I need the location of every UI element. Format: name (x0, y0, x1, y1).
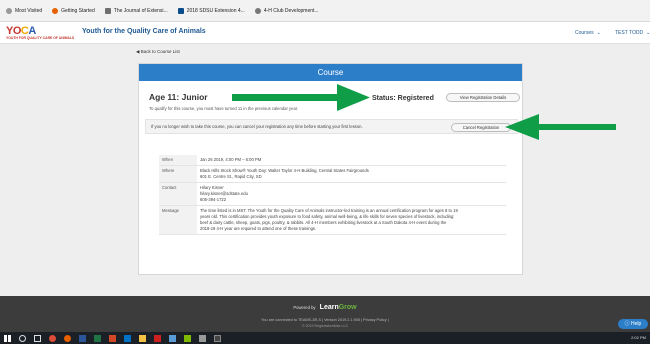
courses-menu[interactable]: Courses ⌄ (575, 30, 601, 36)
view-registration-details-button[interactable]: View Registration Details (446, 93, 520, 102)
chevron-down-icon: ⌄ (646, 30, 650, 36)
bookmark-journal-extension[interactable]: The Journal of Extensi... (104, 7, 168, 14)
bookmark-sdsu-extension[interactable]: 2018 SDSU Extension 4... (177, 7, 245, 14)
footer-copyright: © 2019 RegistrationMax LLC (301, 324, 349, 328)
table-row: When Jan 26 2019, 4:00 PM – 6:00 PM (159, 155, 506, 166)
app-icon[interactable] (169, 334, 176, 342)
message-value: The time listed is in MST. The Youth for… (197, 205, 506, 235)
task-view-icon[interactable] (34, 334, 41, 342)
excel-icon[interactable] (94, 334, 101, 342)
contact-value: Hilary Kisner hilary.kisner@sdstate.edu … (197, 182, 506, 206)
site-header: YOCA YOUTH FOR QUALITY CARE OF ANIMALS Y… (0, 22, 650, 44)
bookmark-getting-started[interactable]: Getting Started (52, 7, 95, 14)
app-icon[interactable] (214, 334, 221, 342)
acrobat-icon[interactable] (154, 334, 161, 342)
contact-label: Contact (159, 182, 197, 206)
powered-by: Powered by LearnGrow (293, 304, 357, 311)
help-button[interactable]: ⓘ Help (618, 319, 648, 329)
app-icon[interactable] (199, 334, 206, 342)
firefox-icon (52, 7, 59, 14)
learngrow-logo[interactable]: LearnGrow (320, 304, 357, 311)
annotation-arrow-status (232, 84, 370, 111)
powerpoint-icon[interactable] (109, 334, 116, 342)
user-menu[interactable]: TEST TODD ⌄ (615, 30, 650, 36)
course-title: Age 11: Junior (149, 92, 208, 102)
registration-status: Status: Registered (372, 95, 434, 102)
where-label: Where (159, 165, 197, 183)
star-icon (6, 7, 12, 14)
folder-icon[interactable] (139, 334, 146, 342)
windows-taskbar: 2:02 PM (0, 332, 650, 344)
firefox-icon[interactable] (64, 334, 71, 342)
annotation-arrow-cancel (505, 114, 616, 140)
page-icon (177, 7, 184, 14)
windows-icon[interactable] (4, 334, 11, 342)
cancel-notice: If you no longer wish to take this cours… (145, 119, 518, 134)
footer-connection-info: You are connected to TEAMS-3R-S | Versio… (261, 318, 389, 322)
back-to-course-list-link[interactable]: ◀ Back to Course List (136, 49, 180, 55)
chevron-down-icon: ⌄ (596, 30, 601, 36)
word-icon[interactable] (79, 334, 86, 342)
page-footer: Powered by LearnGrow You are connected t… (0, 296, 650, 332)
card-header: Course (139, 64, 522, 81)
globe-icon (254, 7, 261, 14)
cancel-registration-button[interactable]: Cancel Registration (451, 123, 511, 132)
bookmark-most-visited[interactable]: Most Visited (6, 7, 42, 14)
bookmark-4h-club[interactable]: 4-H Club Development... (254, 7, 319, 14)
site-title: Youth for the Quality Care of Animals (82, 28, 206, 35)
outlook-icon[interactable] (124, 334, 131, 342)
where-value: Black Hills Stock Show® Youth Day: Walte… (197, 165, 506, 183)
search-icon[interactable] (19, 334, 26, 342)
when-label: When (159, 155, 197, 166)
bookmarks-bar: Most Visited Getting Started The Journal… (0, 0, 650, 22)
chrome-icon[interactable] (49, 334, 56, 342)
table-row: Message The time listed is in MST. The Y… (159, 205, 506, 235)
table-row: Contact Hilary Kisner hilary.kisner@sdst… (159, 182, 506, 206)
logo-subtitle: YOUTH FOR QUALITY CARE OF ANIMALS (6, 36, 75, 40)
app-icon[interactable] (184, 334, 191, 342)
taskbar-clock: 2:02 PM (631, 335, 646, 340)
yqca-logo[interactable]: YOCA YOUTH FOR QUALITY CARE OF ANIMALS (6, 25, 75, 41)
when-value: Jan 26 2019, 4:00 PM – 6:00 PM (197, 155, 506, 166)
cancel-notice-text: If you no longer wish to take this cours… (151, 124, 363, 129)
page-icon (104, 7, 111, 14)
table-row: Where Black Hills Stock Show® Youth Day:… (159, 165, 506, 183)
message-label: Message (159, 205, 197, 235)
course-details-table: When Jan 26 2019, 4:00 PM – 6:00 PM Wher… (159, 155, 506, 235)
